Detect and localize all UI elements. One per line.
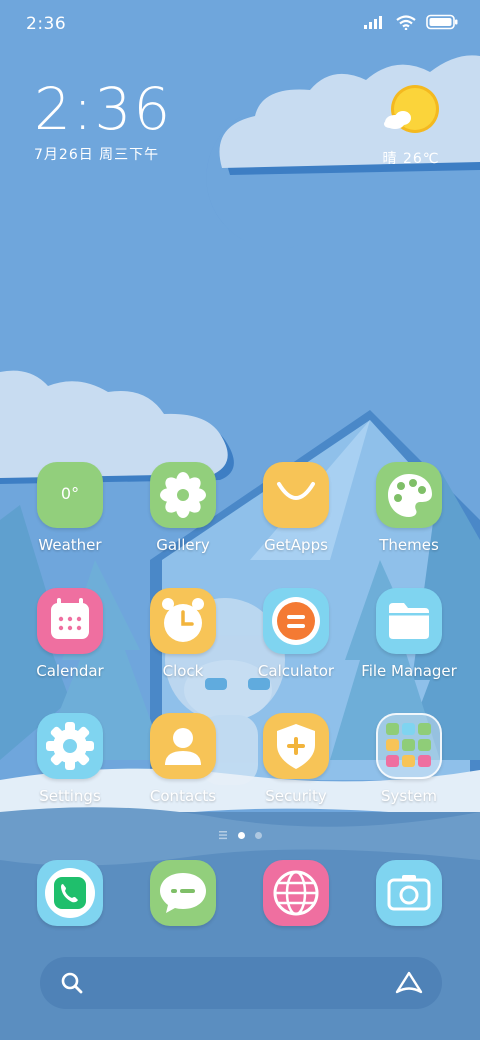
weather-temperature-badge: 0° [60,484,80,503]
dock-messages[interactable] [128,860,238,926]
app-label: Settings [39,787,101,805]
contacts-person-icon [150,713,216,779]
app-label: Calendar [36,662,104,680]
app-label: Calculator [257,662,335,680]
phone-icon [37,860,103,926]
calculator-icon [263,588,329,654]
dock-camera[interactable] [354,860,464,926]
clock-widget[interactable]: 2:36 7月26日 周三下午 [34,78,172,164]
app-contacts[interactable]: Contacts [128,713,238,805]
app-weather[interactable]: 0° Weather [15,462,125,554]
app-settings[interactable]: Settings [15,713,125,805]
app-label: Weather [38,536,102,554]
themes-palette-icon [376,462,442,528]
battery-icon [426,14,458,30]
app-label: Themes [379,536,439,554]
page-dot-active [238,831,245,839]
status-bar: 2:36 [0,0,480,50]
system-folder-icon [376,713,442,779]
sunny-weather-icon [384,85,439,133]
camera-icon [376,860,442,926]
app-label: Clock [162,662,204,680]
messages-icon [150,860,216,926]
app-label: System [381,787,437,805]
app-label: Gallery [156,536,210,554]
app-gallery[interactable]: Gallery [128,462,238,554]
search-bar[interactable] [40,957,442,1009]
gallery-flower-icon [150,462,216,528]
search-icon [61,972,83,994]
getapps-smile-icon [263,462,329,528]
gear-icon [37,713,103,779]
status-icons [364,14,458,30]
app-themes[interactable]: Themes [354,462,464,554]
shield-icon [263,713,329,779]
voice-assistant-icon[interactable] [394,970,424,996]
weather-widget[interactable]: 晴 26℃ [376,84,446,168]
app-system-folder[interactable]: System [354,713,464,805]
app-calendar[interactable]: Calendar [15,588,125,680]
feed-page-icon [219,831,227,840]
app-label: Security [265,787,327,805]
weather-text: 晴 26℃ [382,151,440,167]
folder-icon [376,588,442,654]
browser-icon [263,860,329,926]
dock-browser[interactable] [241,860,351,926]
app-label: GetApps [264,536,328,554]
app-clock[interactable]: Clock [128,588,238,680]
calendar-icon [37,588,103,654]
dock-phone[interactable] [15,860,125,926]
status-time: 2:36 [26,14,67,34]
wifi-icon [396,14,416,30]
app-label: Contacts [149,787,217,805]
clock-widget-date: 7月26日 周三下午 [34,147,160,163]
app-calculator[interactable]: Calculator [241,588,351,680]
signal-icon [364,16,382,29]
weather-app-icon: 0° [37,462,103,528]
app-label: File Manager [361,662,457,680]
app-getapps[interactable]: GetApps [241,462,351,554]
page-indicator[interactable] [0,828,480,842]
app-file-manager[interactable]: File Manager [354,588,464,680]
alarm-clock-icon [150,588,216,654]
clock-widget-time: 2:36 [34,75,173,143]
page-dot [255,831,262,839]
app-security[interactable]: Security [241,713,351,805]
